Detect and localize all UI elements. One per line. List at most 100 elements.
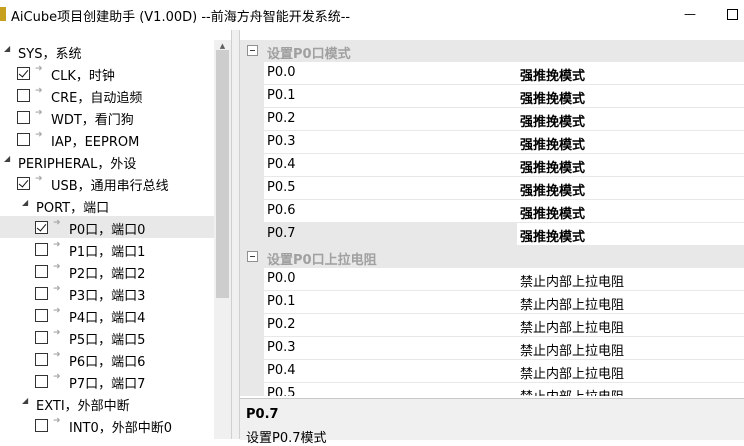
- tree-item-label: P2口，端口2: [69, 267, 146, 282]
- property-name[interactable]: P0.0: [264, 268, 518, 291]
- tree-item-checkbox[interactable]: [17, 133, 30, 146]
- property-name-text: P0.2: [267, 317, 296, 332]
- expand-icon[interactable]: ◢: [4, 44, 10, 53]
- tree-item-checkbox[interactable]: [35, 331, 48, 344]
- tree-item[interactable]: ➜ CLK，时钟: [0, 62, 214, 84]
- property-value[interactable]: 禁止内部上拉电阻: [517, 360, 744, 383]
- minimize-button[interactable]: —: [672, 2, 708, 26]
- property-value[interactable]: 强推挽模式: [517, 223, 744, 246]
- property-name[interactable]: P0.0: [264, 62, 518, 85]
- tree-item-checkbox[interactable]: [17, 67, 30, 80]
- tree-item[interactable]: ➜ P4口，端口4: [0, 304, 214, 326]
- tree-item-checkbox[interactable]: [17, 177, 30, 190]
- property-row[interactable]: P0.4 禁止内部上拉电阻: [240, 360, 744, 383]
- tree-item-checkbox[interactable]: [17, 89, 30, 102]
- tree-scrollbar-thumb[interactable]: [216, 50, 229, 298]
- tree-item-checkbox[interactable]: [35, 265, 48, 278]
- tree-item-checkbox[interactable]: [35, 419, 48, 432]
- property-name-text: P0.0: [267, 271, 296, 286]
- property-value[interactable]: 强推挽模式: [517, 131, 744, 154]
- collapse-icon[interactable]: [247, 45, 258, 56]
- tree-item[interactable]: ◢ SYS，系统: [0, 40, 214, 62]
- property-value[interactable]: 禁止内部上拉电阻: [517, 291, 744, 314]
- tree-item[interactable]: ➜ P0口，端口0: [0, 216, 214, 238]
- tree-item-checkbox[interactable]: [35, 353, 48, 366]
- tree-item-checkbox[interactable]: [35, 375, 48, 388]
- tree-item-label: CLK，时钟: [51, 69, 115, 84]
- property-value[interactable]: 禁止内部上拉电阻: [517, 268, 744, 291]
- property-row[interactable]: P0.3 强推挽模式: [240, 131, 744, 154]
- property-value[interactable]: 禁止内部上拉电阻: [517, 337, 744, 360]
- row-gutter: [240, 337, 264, 360]
- tree-item[interactable]: ➜ INT0，外部中断0: [0, 414, 214, 436]
- tree-item[interactable]: ➜ P5口，端口5: [0, 326, 214, 348]
- property-row[interactable]: P0.0 强推挽模式: [240, 62, 744, 85]
- property-name[interactable]: P0.5: [264, 177, 518, 200]
- property-name[interactable]: P0.1: [264, 85, 518, 108]
- property-value[interactable]: 强推挽模式: [517, 154, 744, 177]
- tree-item[interactable]: ➜ P3口，端口3: [0, 282, 214, 304]
- property-row[interactable]: P0.7 强推挽模式: [240, 223, 744, 246]
- property-row[interactable]: P0.1 强推挽模式: [240, 85, 744, 108]
- tree-item[interactable]: ➜ P7口，端口7: [0, 370, 214, 392]
- maximize-button[interactable]: [720, 2, 744, 26]
- property-value[interactable]: 强推挽模式: [517, 85, 744, 108]
- tree-item[interactable]: ➜ WDT，看门狗: [0, 106, 214, 128]
- property-name[interactable]: P0.1: [264, 291, 518, 314]
- grid-category[interactable]: 设置P0口模式: [240, 40, 744, 62]
- property-row[interactable]: P0.0 禁止内部上拉电阻: [240, 268, 744, 291]
- property-value[interactable]: 禁止内部上拉电阻: [517, 314, 744, 337]
- property-row[interactable]: P0.2 强推挽模式: [240, 108, 744, 131]
- property-row[interactable]: P0.5 禁止内部上拉电阻: [240, 383, 744, 396]
- property-value-text: 禁止内部上拉电阻: [520, 321, 625, 336]
- expand-icon[interactable]: ◢: [22, 198, 28, 207]
- property-value-text: 禁止内部上拉电阻: [520, 367, 625, 382]
- tree-item[interactable]: ➜ USB，通用串行总线: [0, 172, 214, 194]
- scroll-up-icon[interactable]: ▲: [214, 42, 231, 50]
- tree-item-checkbox[interactable]: [35, 243, 48, 256]
- property-name[interactable]: P0.3: [264, 337, 518, 360]
- description-title: P0.7: [246, 407, 279, 422]
- property-row[interactable]: P0.6 强推挽模式: [240, 200, 744, 223]
- grid-category[interactable]: 设置P0口上拉电阻: [240, 246, 744, 268]
- tree-item[interactable]: ➜ IAP，EEPROM: [0, 128, 214, 150]
- module-tree[interactable]: ◢ SYS，系统 ➜ CLK，时钟 ➜ CRE，自动追频 ➜ WDT，看门狗 ➜ IAP，EEPR…: [0, 40, 214, 439]
- property-value[interactable]: 强推挽模式: [517, 200, 744, 223]
- tree-item-checkbox[interactable]: [35, 287, 48, 300]
- tree-item[interactable]: ◢ EXTI，外部中断: [0, 392, 214, 414]
- property-row[interactable]: P0.1 禁止内部上拉电阻: [240, 291, 744, 314]
- property-name[interactable]: P0.4: [264, 360, 518, 383]
- pane-splitter[interactable]: [231, 30, 240, 439]
- tree-item[interactable]: ◢ PERIPHERAL，外设: [0, 150, 214, 172]
- expand-icon[interactable]: ◢: [4, 154, 10, 163]
- property-row[interactable]: P0.4 强推挽模式: [240, 154, 744, 177]
- tree-item-label: P7口，端口7: [69, 377, 146, 392]
- property-name[interactable]: P0.7: [264, 223, 518, 246]
- property-name[interactable]: P0.6: [264, 200, 518, 223]
- property-name[interactable]: P0.3: [264, 131, 518, 154]
- tree-item[interactable]: ➜ P1口，端口1: [0, 238, 214, 260]
- tree-item[interactable]: ◢ PORT，端口: [0, 194, 214, 216]
- property-value[interactable]: 禁止内部上拉电阻: [517, 383, 744, 396]
- tree-item[interactable]: ➜ P2口，端口2: [0, 260, 214, 282]
- tree-item[interactable]: ➜ P6口，端口6: [0, 348, 214, 370]
- property-row[interactable]: P0.3 禁止内部上拉电阻: [240, 337, 744, 360]
- property-row[interactable]: P0.5 强推挽模式: [240, 177, 744, 200]
- property-name[interactable]: P0.4: [264, 154, 518, 177]
- collapse-icon[interactable]: [247, 251, 258, 262]
- property-value[interactable]: 强推挽模式: [517, 177, 744, 200]
- property-value[interactable]: 强推挽模式: [517, 108, 744, 131]
- expand-icon[interactable]: ◢: [22, 396, 28, 405]
- property-value-text: 强推挽模式: [520, 138, 586, 153]
- property-value[interactable]: 强推挽模式: [517, 62, 744, 85]
- property-name-text: P0.4: [267, 157, 296, 172]
- tree-item[interactable]: ➜ CRE，自动追频: [0, 84, 214, 106]
- tree-item-checkbox[interactable]: [35, 309, 48, 322]
- property-row[interactable]: P0.2 禁止内部上拉电阻: [240, 314, 744, 337]
- tree-item-checkbox[interactable]: [17, 111, 30, 124]
- property-name[interactable]: P0.2: [264, 108, 518, 131]
- property-name[interactable]: P0.5: [264, 383, 518, 396]
- tree-item-label: INT0，外部中断0: [69, 421, 173, 436]
- tree-item-checkbox[interactable]: [35, 221, 48, 234]
- property-name[interactable]: P0.2: [264, 314, 518, 337]
